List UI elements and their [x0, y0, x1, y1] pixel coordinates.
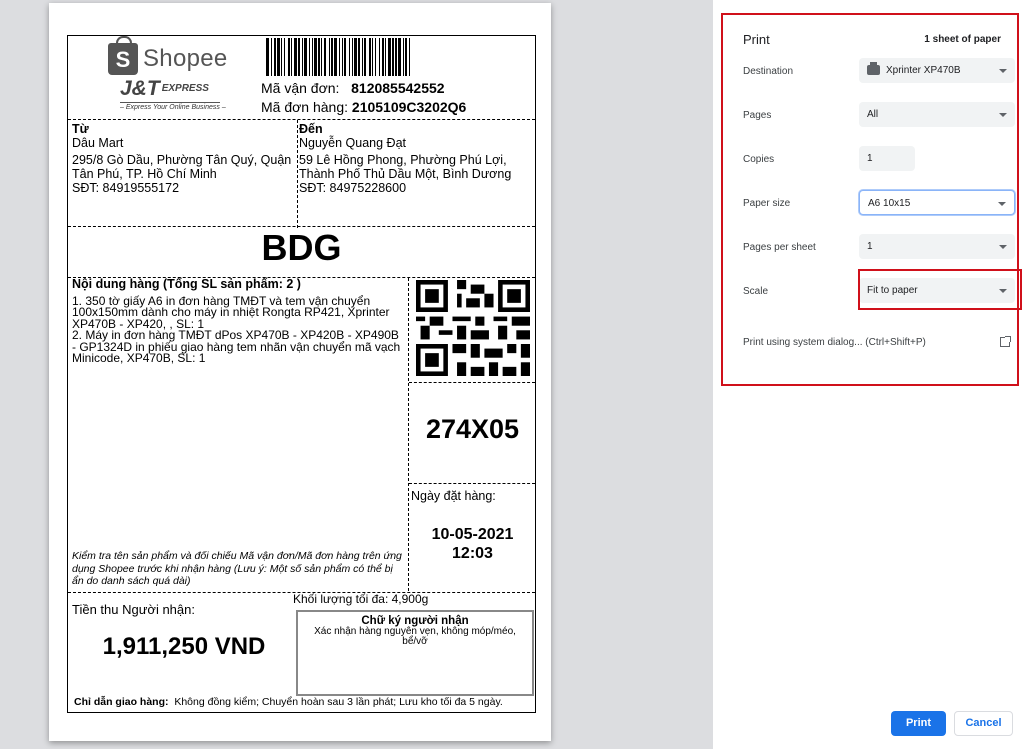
recipient-phone: SĐT: 84975228600 [299, 181, 407, 195]
jt-tagline: – Express Your Online Business – [120, 102, 226, 112]
recipient-block: Đến Nguyễn Quang Đạt 59 Lê Hồng Phong, P… [299, 122, 535, 195]
copies-label: Copies [743, 154, 775, 165]
sender-heading: Từ [72, 122, 89, 136]
sheet-count: 1 sheet of paper [924, 34, 1001, 45]
order-label: Mã đơn hàng: [261, 99, 349, 115]
destination-select[interactable]: Xprinter XP470B [859, 58, 1015, 83]
order-date: 10-05-2021 12:03 [410, 525, 535, 563]
goods-item: 1. 350 tờ giấy A6 in đơn hàng TMĐT và te… [72, 293, 390, 331]
jt-express-logo: J&T EXPRESS – Express Your Online Busines… [120, 77, 226, 116]
preview-page: S Shopee J&T EXPRESS – Express Your Onlin… [49, 3, 551, 741]
pages-value: All [867, 109, 879, 120]
recipient-address: 59 Lê Hồng Phong, Phường Phú Lợi, Thành … [299, 153, 512, 181]
pages-per-sheet-label: Pages per sheet [743, 242, 816, 253]
tracking-label: Mã vận đơn: [261, 80, 340, 96]
goods-block: Nội dung hàng (Tổng SL sản phẩm: 2 ) 1. … [72, 277, 406, 365]
sender-phone: SĐT: 84919555172 [72, 181, 180, 195]
shopee-bag-icon: S [108, 36, 138, 75]
sort-code: 274X05 [425, 414, 520, 444]
recipient-name: Nguyễn Quang Đạt [299, 136, 407, 150]
tracking-number: 812085542552 [351, 80, 445, 96]
goods-item: 2. Máy in đơn hàng TMĐT dPos XP470B - XP… [72, 328, 401, 365]
scale-highlight-box [858, 269, 1022, 310]
pages-per-sheet-value: 1 [867, 241, 873, 252]
route-code: BDG [261, 227, 342, 268]
shopee-logo: S Shopee [108, 36, 248, 78]
jt-logo-sub: EXPRESS [161, 83, 209, 95]
chevron-down-icon [999, 69, 1007, 73]
delivery-instructions: Chỉ dẫn giao hàng: Không đồng kiểm; Chuy… [74, 696, 503, 708]
goods-note: Kiểm tra tên sản phẩm và đối chiếu Mã vậ… [72, 550, 402, 587]
sender-block: Từ Dâu Mart 295/8 Gò Dầu, Phường Tân Quý… [72, 122, 298, 195]
cancel-button[interactable]: Cancel [954, 711, 1013, 736]
chevron-down-icon [999, 113, 1007, 117]
max-weight: Khối lượng tối đa: 4,900g [293, 592, 429, 606]
order-date-value: 10-05-2021 [431, 526, 514, 543]
pages-per-sheet-select[interactable]: 1 [859, 234, 1015, 259]
barcode-bar [409, 38, 410, 76]
order-time-value: 12:03 [452, 545, 493, 562]
paper-size-select[interactable]: A6 10x15 [859, 190, 1015, 215]
print-preview-area: S Shopee J&T EXPRESS – Express Your Onlin… [0, 0, 713, 749]
paper-size-label: Paper size [743, 198, 791, 209]
print-title: Print [743, 32, 770, 47]
cod-amount: 1,911,250 VND [102, 633, 266, 660]
print-settings-panel: Print 1 sheet of paper Destination Xprin… [713, 0, 1024, 749]
pages-label: Pages [743, 110, 772, 121]
paper-size-value: A6 10x15 [868, 198, 911, 209]
cod-label: Tiền thu Người nhận: [72, 602, 195, 617]
chevron-down-icon [998, 202, 1006, 206]
qr-code [416, 280, 530, 376]
recipient-heading: Đến [299, 122, 323, 136]
destination-value: Xprinter XP470B [886, 65, 961, 76]
scale-label: Scale [743, 286, 769, 297]
instructions-label: Chỉ dẫn giao hàng: [74, 696, 169, 708]
system-dialog-link[interactable]: Print using system dialog... (Ctrl+Shift… [743, 337, 926, 348]
order-row: Mã đơn hàng: 2105109C3202Q6 [261, 99, 466, 115]
destination-label: Destination [743, 66, 794, 77]
goods-title: Nội dung hàng (Tổng SL sản phẩm: 2 ) [72, 277, 301, 291]
pages-select[interactable]: All [859, 102, 1015, 127]
shopee-wordmark: Shopee [143, 45, 228, 72]
open-in-new-icon[interactable] [1000, 336, 1011, 347]
instructions-text: Không đồng kiểm; Chuyển hoàn sau 3 lần p… [174, 696, 503, 708]
sender-address: 295/8 Gò Dầu, Phường Tân Quý, Quận Tân P… [72, 153, 292, 181]
order-date-label: Ngày đặt hàng: [411, 489, 496, 503]
printer-icon [867, 62, 880, 76]
order-number: 2105109C3202Q6 [351, 99, 467, 115]
tracking-barcode [266, 38, 529, 76]
tracking-row: Mã vận đơn: 812085542552 [261, 80, 445, 96]
signature-box: Chữ ký người nhận Xác nhận hàng nguyên v… [296, 610, 534, 696]
chevron-down-icon [999, 245, 1007, 249]
print-button[interactable]: Print [891, 711, 946, 736]
shipping-label: S Shopee J&T EXPRESS – Express Your Onlin… [67, 35, 536, 713]
sender-name: Dâu Mart [72, 136, 124, 150]
jt-logo-main: J&T [120, 77, 160, 100]
signature-text: Xác nhận hàng nguyên vẹn, không móp/méo,… [314, 626, 516, 647]
copies-input[interactable]: 1 [859, 146, 915, 171]
settings-highlight-box: Print 1 sheet of paper Destination Xprin… [721, 13, 1022, 386]
